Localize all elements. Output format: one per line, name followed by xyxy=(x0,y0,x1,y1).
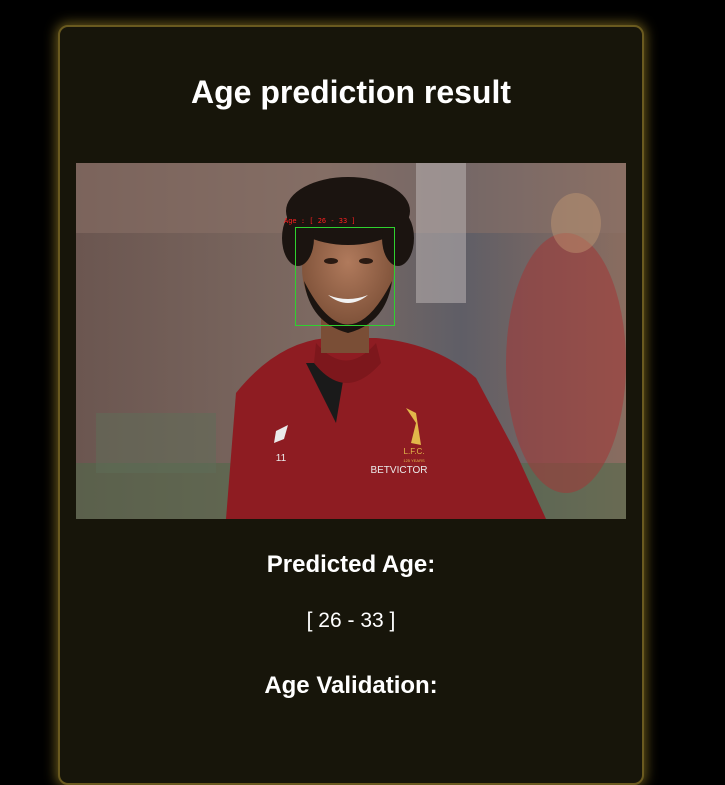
age-validation-heading: Age Validation: xyxy=(264,672,438,699)
svg-text:11: 11 xyxy=(276,453,287,464)
years-text: 125 YEARS xyxy=(403,458,425,463)
predicted-age-value: [ 26 - 33 ] xyxy=(306,609,396,632)
club-text: L.F.C. xyxy=(404,447,425,456)
face-detection-label: Age : [ 26 - 33 ] xyxy=(284,217,356,225)
page-title: Age prediction result xyxy=(190,74,512,110)
result-card: Age prediction result L.F.C. 125 YEARS B… xyxy=(58,25,644,785)
predicted-age-heading: Predicted Age: xyxy=(266,551,436,578)
result-photo: L.F.C. 125 YEARS BETVICTOR 11 Age : [ 26… xyxy=(76,163,626,519)
sponsor-text: BETVICTOR xyxy=(370,465,427,476)
face-detection-box xyxy=(295,227,395,326)
